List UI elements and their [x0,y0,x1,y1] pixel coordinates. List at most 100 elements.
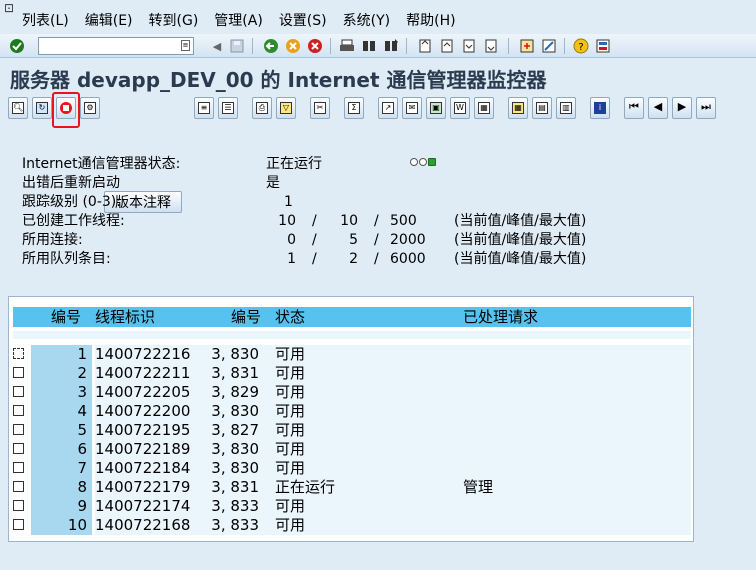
red-light-icon [410,158,418,166]
row-requests: 管理 [463,478,494,496]
last-icon[interactable]: ⏭ [696,97,716,119]
table-row[interactable]: 2 1400722211 3, 831 可用 [9,364,695,383]
sum-icon[interactable]: Σ [344,97,364,119]
row-select-checkbox[interactable] [13,500,24,511]
command-history-icon[interactable]: ≡ [181,40,190,51]
row-no: 9 [31,497,92,516]
grid-layout-icon[interactable]: ▦ [508,97,528,119]
menu-system[interactable]: 系统(Y) [343,12,390,30]
cut-icon[interactable]: ✂ [310,97,330,119]
row-select-checkbox[interactable] [13,481,24,492]
next-icon[interactable]: ▶ [672,97,692,119]
back-icon[interactable] [262,37,280,55]
choose-layout-icon[interactable]: ▤ [532,97,552,119]
previous-icon[interactable]: ◀ [648,97,668,119]
row-no2: 3, 833 [211,516,259,534]
row-no: 10 [31,516,92,535]
row-select-checkbox[interactable] [13,405,24,416]
separator: / [374,213,379,229]
row-thread-id: 1400722205 [95,383,191,401]
row-status: 可用 [275,383,306,401]
row-select-checkbox[interactable] [13,367,24,378]
row-thread-id: 1400722179 [95,478,191,496]
exit-icon[interactable] [284,37,302,55]
row-no2: 3, 830 [211,459,259,477]
threads-note: (当前值/峰值/最大值) [454,213,587,229]
last-page-icon[interactable] [482,37,500,55]
collapse-icon[interactable]: ◀ [208,37,226,55]
menu-help[interactable]: 帮助(H) [406,12,455,30]
command-field[interactable]: ≡ [38,37,194,55]
header-status[interactable]: 状态 [275,307,305,327]
menu-edit[interactable]: 编辑(E) [85,12,133,30]
row-no2: 3, 830 [211,440,259,458]
table-row[interactable]: 1 1400722216 3, 830 可用 [9,345,695,364]
help-icon[interactable]: ? [572,37,590,55]
filter-icon[interactable]: ▽ [276,97,296,119]
row-thread-id: 1400722216 [95,345,191,363]
settings-icon[interactable]: ⚙ [80,97,100,119]
save-icon[interactable] [228,37,246,55]
prev-page-icon[interactable] [438,37,456,55]
menu-list[interactable]: 列表(L) [22,12,69,30]
print-icon[interactable] [338,37,356,55]
table-row[interactable]: 7 1400722184 3, 830 可用 [9,459,695,478]
next-page-icon[interactable] [460,37,478,55]
list-detail-icon[interactable]: ☰ [218,97,238,119]
spreadsheet-icon[interactable]: ▦ [474,97,494,119]
header-thread-id[interactable]: 线程标识 [95,307,155,327]
new-session-icon[interactable] [518,37,536,55]
shortcut-icon[interactable] [540,37,558,55]
table-row[interactable]: 6 1400722189 3, 830 可用 [9,440,695,459]
header-requests[interactable]: 已处理请求 [463,307,538,327]
table-row[interactable]: 4 1400722200 3, 830 可用 [9,402,695,421]
menu-goto[interactable]: 转到(G) [149,12,199,30]
table-row[interactable]: 10 1400722168 3, 833 可用 [9,516,695,535]
menu-admin[interactable]: 管理(A) [214,12,263,30]
command-input[interactable] [39,38,175,54]
save-list-icon[interactable]: ▣ [426,97,446,119]
green-light-icon [428,158,436,166]
cancel-icon[interactable] [306,37,324,55]
row-select-checkbox[interactable] [13,348,24,359]
separator: / [374,232,379,248]
row-select-checkbox[interactable] [13,443,24,454]
find-next-icon[interactable] [382,37,400,55]
display-icon[interactable]: 🔍︎ [8,97,28,119]
menu-corner-icon[interactable]: ⊡ [4,1,14,15]
first-icon[interactable]: ⏮ [624,97,644,119]
row-thread-id: 1400722211 [95,364,191,382]
row-select-checkbox[interactable] [13,386,24,397]
table-spacer [13,331,691,339]
menu-settings[interactable]: 设置(S) [279,12,327,30]
mail-icon[interactable]: ✉ [402,97,422,119]
row-select-checkbox[interactable] [13,519,24,530]
table-row[interactable]: 5 1400722195 3, 827 可用 [9,421,695,440]
table-row[interactable]: 9 1400722174 3, 833 可用 [9,497,695,516]
word-icon[interactable]: W [450,97,470,119]
refresh-icon[interactable]: ↻ [32,97,52,119]
enter-icon[interactable] [8,37,26,55]
connections-current: 0 [287,232,296,248]
find-icon[interactable] [360,37,378,55]
save-layout-icon[interactable]: ▥ [556,97,576,119]
row-status: 可用 [275,516,306,534]
layout-icon[interactable] [594,37,612,55]
row-select-checkbox[interactable] [13,462,24,473]
row-select-checkbox[interactable] [13,424,24,435]
info-icon[interactable]: i [590,97,610,119]
table-row[interactable]: 3 1400722205 3, 829 可用 [9,383,695,402]
row-status: 可用 [275,421,306,439]
header-no2[interactable]: 编号 [231,307,261,327]
status-lights [410,158,437,166]
row-no2: 3, 833 [211,497,259,515]
table-row[interactable]: 8 1400722179 3, 831 正在运行 管理 [9,478,695,497]
export-icon[interactable]: ↗ [378,97,398,119]
separator: / [312,213,317,229]
details-icon[interactable]: ≡ [194,97,214,119]
header-no[interactable]: 编号 [51,307,81,327]
row-no: 4 [31,402,92,421]
first-page-icon[interactable] [416,37,434,55]
page-title: 服务器 devapp_DEV_00 的 Internet 通信管理器监控器 [10,68,547,92]
print-list-icon[interactable]: ⎙ [252,97,272,119]
